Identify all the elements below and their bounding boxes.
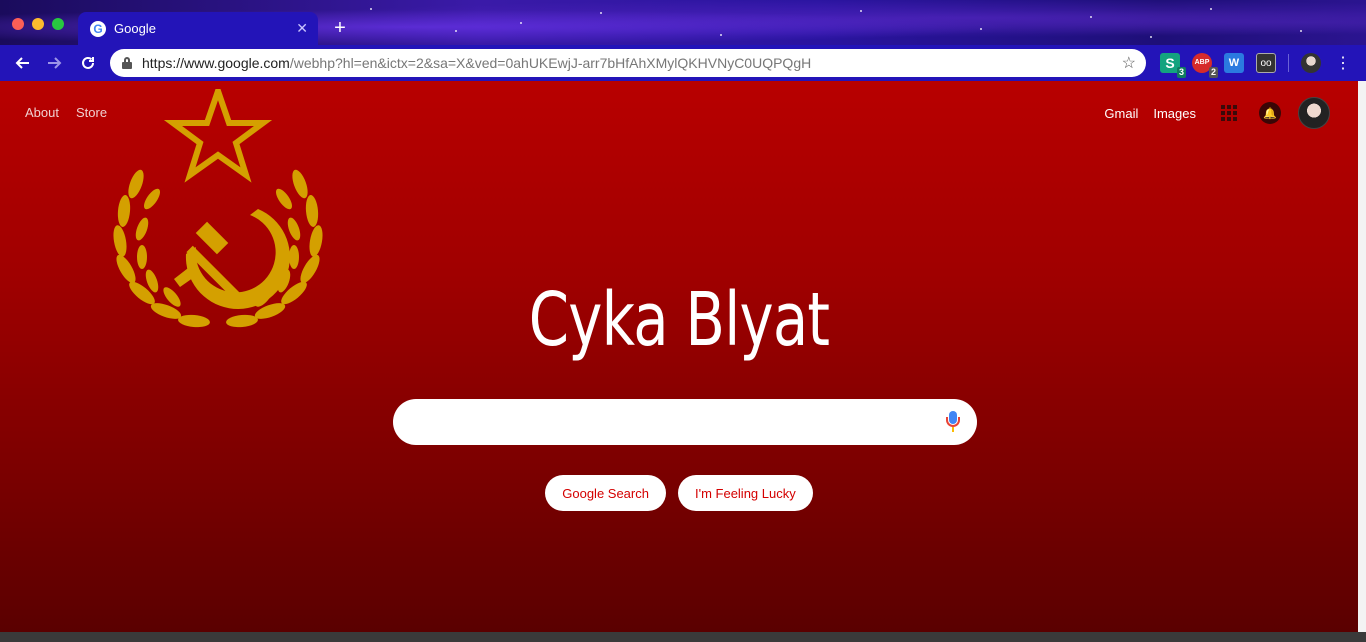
search-box — [393, 399, 977, 445]
extension-badge: 3 — [1176, 67, 1186, 78]
url-path: /webhp?hl=en&ictx=2&sa=X&ved=0ahUKEwjJ-a… — [289, 55, 812, 71]
minimize-window-button[interactable] — [32, 18, 44, 30]
maximize-window-button[interactable] — [52, 18, 64, 30]
google-search-button[interactable]: Google Search — [545, 475, 666, 511]
about-link[interactable]: About — [25, 105, 59, 120]
bookmark-star-icon[interactable]: ☆ — [1122, 53, 1136, 73]
arrow-right-icon — [48, 57, 62, 69]
images-link[interactable]: Images — [1153, 106, 1196, 121]
google-g-icon: G — [90, 20, 106, 37]
feeling-lucky-button[interactable]: I'm Feeling Lucky — [677, 475, 813, 511]
reload-icon — [82, 56, 94, 69]
toolbar-divider — [1288, 54, 1289, 72]
w-extension-icon[interactable]: W — [1224, 53, 1244, 73]
address-bar[interactable]: https://www.google.com/webhp?hl=en&ictx=… — [110, 49, 1146, 77]
microphone-icon[interactable] — [945, 411, 961, 433]
extensions-area: S3 ABP 2 W oo ⋮ — [1160, 53, 1351, 78]
extension-badge: 2 — [1208, 67, 1218, 78]
url-host: https://www.google.com — [142, 55, 290, 71]
reload-button[interactable] — [74, 49, 102, 77]
oo-extension-icon[interactable]: oo — [1256, 53, 1276, 73]
search-buttons: Google Search I'm Feeling Lucky — [0, 475, 1358, 511]
scrollbar-track[interactable] — [1358, 81, 1366, 632]
close-window-button[interactable] — [12, 18, 24, 30]
top-left-links: About Store — [25, 105, 107, 120]
browser-toolbar: https://www.google.com/webhp?hl=en&ictx=… — [0, 45, 1366, 81]
search-input[interactable] — [409, 413, 945, 431]
google-homepage: About Store Gmail Images 🔔 Cyka Blyat Go… — [0, 81, 1358, 632]
url-text[interactable]: https://www.google.com/webhp?hl=en&ictx=… — [142, 55, 1122, 71]
browser-profile-avatar[interactable] — [1301, 53, 1321, 73]
title-bar: G Google ✕ + — [0, 0, 1366, 45]
forward-button[interactable] — [41, 49, 69, 77]
close-tab-icon[interactable]: ✕ — [296, 20, 308, 37]
gmail-link[interactable]: Gmail — [1104, 106, 1138, 121]
apps-grid-icon[interactable] — [1221, 105, 1237, 121]
top-right-bar: Gmail Images 🔔 — [1104, 97, 1330, 129]
window-bottom-edge — [0, 632, 1366, 642]
tab-google[interactable]: G Google ✕ — [78, 12, 318, 45]
tab-title: Google — [114, 21, 156, 36]
notifications-bell-icon[interactable]: 🔔 — [1259, 102, 1281, 124]
back-button[interactable] — [8, 49, 36, 77]
adblock-plus-icon[interactable]: ABP 2 — [1192, 53, 1218, 78]
arrow-left-icon — [15, 57, 29, 69]
browser-menu-icon[interactable]: ⋮ — [1335, 53, 1351, 73]
lock-icon[interactable] — [122, 57, 132, 69]
new-tab-button[interactable]: + — [328, 16, 352, 40]
store-link[interactable]: Store — [76, 105, 107, 120]
doodle-logo: Cyka Blyat — [528, 277, 830, 363]
account-avatar[interactable] — [1298, 97, 1330, 129]
s-extension-icon[interactable]: S3 — [1160, 53, 1186, 78]
